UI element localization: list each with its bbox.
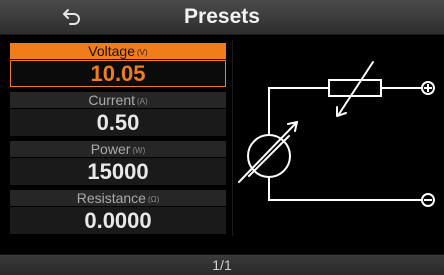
resistance-label: Resistance (Ω) [10, 190, 226, 206]
voltage-label: Voltage (V) [10, 43, 226, 59]
voltage-label-text: Voltage [88, 43, 136, 59]
power-label: Power (W) [10, 141, 226, 157]
bottom-wire [268, 176, 422, 201]
current-label-text: Current [88, 92, 135, 108]
power-setting[interactable]: Power (W) 15000 [10, 141, 226, 186]
current-label: Current (A) [10, 92, 226, 108]
footer-bar: 1/1 [0, 254, 444, 275]
resistance-unit: (Ω) [147, 195, 160, 204]
positive-terminal-icon [421, 81, 435, 95]
power-label-text: Power [90, 141, 131, 157]
variable-resistor-icon [328, 61, 382, 117]
circuit-diagram-svg [238, 61, 435, 207]
resistance-value: 0.0000 [10, 207, 226, 234]
voltage-setting[interactable]: Voltage (V) 10.05 [10, 43, 226, 88]
parameter-list: Voltage (V) 10.05 Current (A) 0.50 Power (W… [8, 40, 228, 236]
back-arrow-icon [63, 9, 80, 25]
back-button[interactable] [58, 4, 86, 30]
resistance-label-text: Resistance [76, 190, 146, 206]
header-bar: Presets [0, 0, 444, 35]
current-value: 0.50 [10, 109, 226, 136]
power-unit: (W) [132, 146, 146, 155]
circuit-diagram [232, 40, 437, 236]
top-left-wire [268, 87, 330, 136]
voltage-value: 10.05 [10, 60, 226, 87]
resistance-setting[interactable]: Resistance (Ω) 0.0000 [10, 190, 226, 235]
page-indicator: 1/1 [212, 257, 232, 273]
voltage-unit: (V) [137, 48, 148, 57]
power-value: 15000 [10, 158, 226, 185]
presets-panel: Voltage (V) 10.05 Current (A) 0.50 Power (W… [8, 40, 437, 236]
current-setting[interactable]: Current (A) 0.50 [10, 92, 226, 137]
current-unit: (A) [137, 97, 148, 106]
negative-terminal-icon [421, 193, 435, 207]
